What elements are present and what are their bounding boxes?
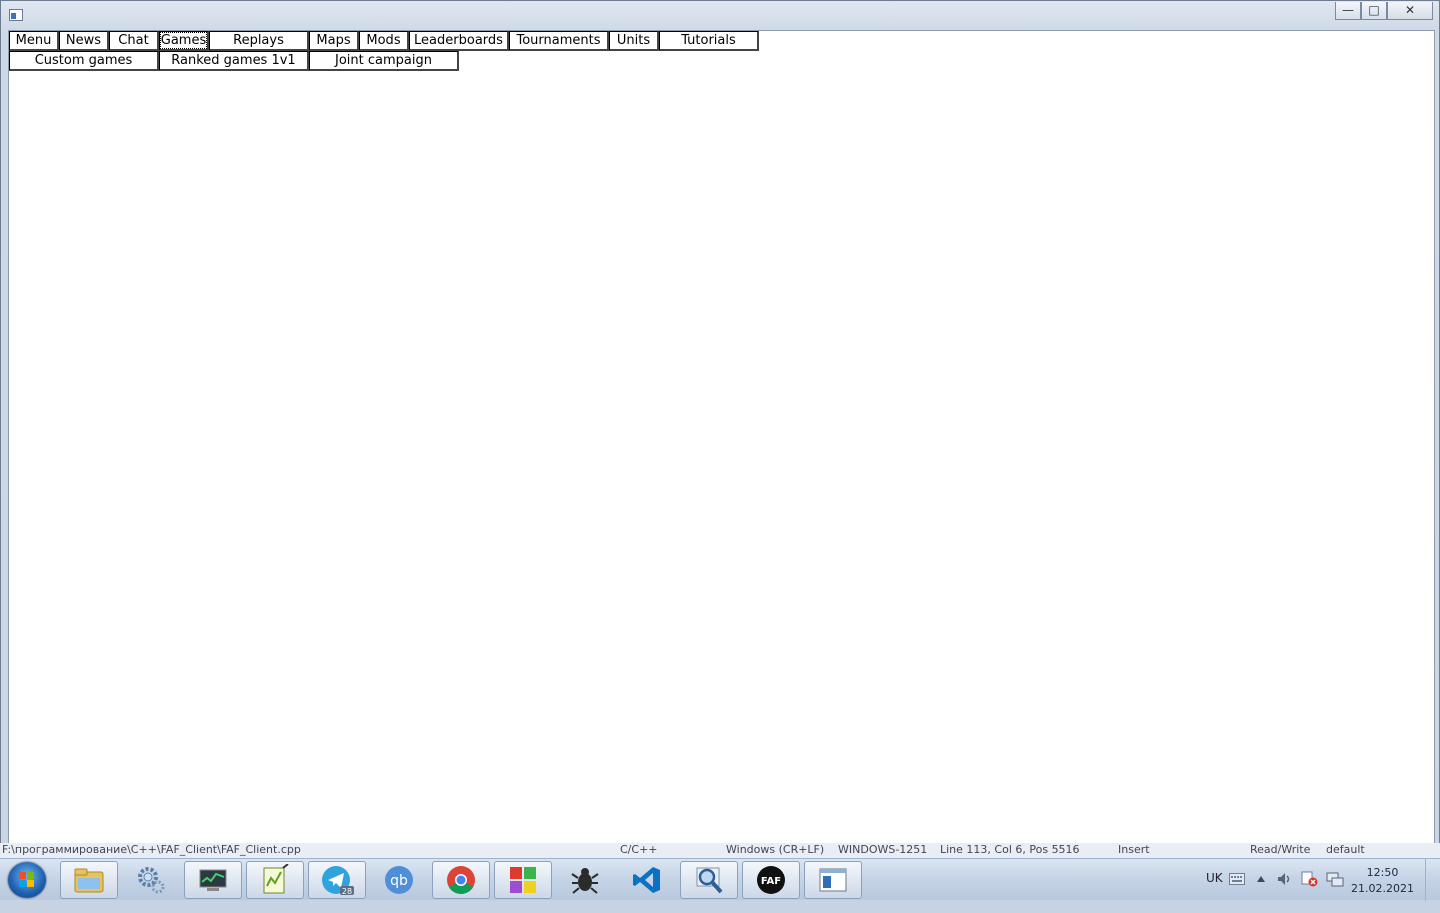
start-button[interactable] (8, 862, 46, 898)
network-icon[interactable] (1326, 871, 1344, 887)
windows-logo-icon (19, 872, 34, 887)
taskbar-notepad-plus-plus[interactable] (246, 861, 304, 899)
chat-button[interactable]: Chat (109, 31, 159, 51)
taskbar-qbittorrent[interactable]: qb (370, 861, 428, 899)
bug-icon (571, 868, 599, 894)
menu-button[interactable]: Menu (9, 31, 59, 51)
qbittorrent-icon: qb (385, 866, 413, 894)
telegram-icon: 28 (322, 866, 354, 896)
svg-text:qb: qb (390, 873, 408, 889)
telegram-badge: 28 (342, 887, 352, 896)
status-access: Read/Write (1250, 843, 1311, 856)
status-line-endings: Windows (CR+LF) (726, 843, 825, 856)
taskbar-bug-app[interactable] (556, 861, 614, 899)
chrome-icon (447, 866, 475, 894)
taskbar-vscode[interactable] (618, 861, 676, 899)
minimize-button[interactable]: — (1335, 2, 1361, 20)
leaderboards-button[interactable]: Leaderboards (409, 31, 509, 51)
show-desktop-button[interactable] (1425, 859, 1440, 901)
status-scheme: default (1326, 843, 1365, 856)
clock[interactable]: 12:50 21.02.2021 (1351, 865, 1414, 897)
taskbar-chrome[interactable] (432, 861, 490, 899)
tutorials-button[interactable]: Tutorials (659, 31, 759, 51)
window-app-icon[interactable] (9, 9, 23, 21)
joint-campaign-button[interactable]: Joint campaign (309, 51, 459, 71)
taskbar-telegram[interactable]: 28 (308, 861, 366, 899)
taskbar-system-monitor[interactable] (184, 861, 242, 899)
action-center-warning-icon[interactable] (1301, 871, 1319, 887)
caption-buttons: — □ ✕ (1335, 2, 1433, 20)
maps-button[interactable]: Maps (309, 31, 359, 51)
vscode-icon (633, 867, 660, 893)
clock-time: 12:50 (1366, 866, 1399, 879)
magnifier-search-icon (696, 867, 723, 894)
client-area: Menu News Chat Games Replays Maps Mods L… (8, 30, 1435, 844)
clock-date: 21.02.2021 (1351, 882, 1414, 895)
custom-games-button[interactable]: Custom games (9, 51, 159, 71)
tournaments-button[interactable]: Tournaments (509, 31, 609, 51)
system-monitor-icon (199, 869, 227, 891)
settings-gears-icon (138, 867, 165, 894)
application-window: — □ ✕ Menu News Chat Games Replays Maps … (0, 0, 1440, 855)
show-hidden-icons-icon[interactable] (1256, 875, 1266, 883)
keyboard-icon[interactable] (1229, 873, 1245, 885)
taskbar-settings[interactable] (122, 861, 180, 899)
taskbar-faf-client[interactable]: FAF (742, 861, 800, 899)
maximize-button[interactable]: □ (1361, 2, 1387, 20)
taskbar-app-window[interactable] (804, 861, 862, 899)
ranked-games-1v1-button[interactable]: Ranked games 1v1 (159, 51, 309, 71)
close-button[interactable]: ✕ (1387, 2, 1433, 20)
volume-icon[interactable] (1277, 872, 1293, 886)
app-window-icon (819, 868, 847, 892)
colorful-windows-app-icon (510, 867, 536, 893)
mods-button[interactable]: Mods (359, 31, 409, 51)
taskbar: 28 qb FAF UK 12:50 21.02.2021 (0, 858, 1440, 901)
notepad-plus-plus-icon (263, 864, 289, 894)
faf-client-icon: FAF (757, 866, 785, 894)
taskbar-file-explorer[interactable] (60, 861, 118, 899)
background-editor-statusbar: F:\программирование\C++\FAF_Client\FAF_C… (0, 843, 1440, 858)
title-bar[interactable]: — □ ✕ (1, 1, 1439, 29)
taskbar-colorful-app[interactable] (494, 861, 552, 899)
status-language: C/C++ (620, 843, 658, 856)
language-indicator[interactable]: UK (1206, 871, 1223, 913)
units-button[interactable]: Units (609, 31, 659, 51)
games-button[interactable]: Games (159, 31, 209, 51)
status-file-path: F:\программирование\C++\FAF_Client\FAF_C… (2, 843, 301, 856)
taskbar-search-tool[interactable] (680, 861, 738, 899)
svg-text:FAF: FAF (761, 876, 781, 887)
file-explorer-icon (74, 868, 104, 893)
replays-button[interactable]: Replays (209, 31, 309, 51)
status-mode: Insert (1118, 843, 1150, 856)
news-button[interactable]: News (59, 31, 109, 51)
status-encoding: WINDOWS-1251 (838, 843, 928, 856)
status-position: Line 113, Col 6, Pos 5516 (940, 843, 1080, 856)
